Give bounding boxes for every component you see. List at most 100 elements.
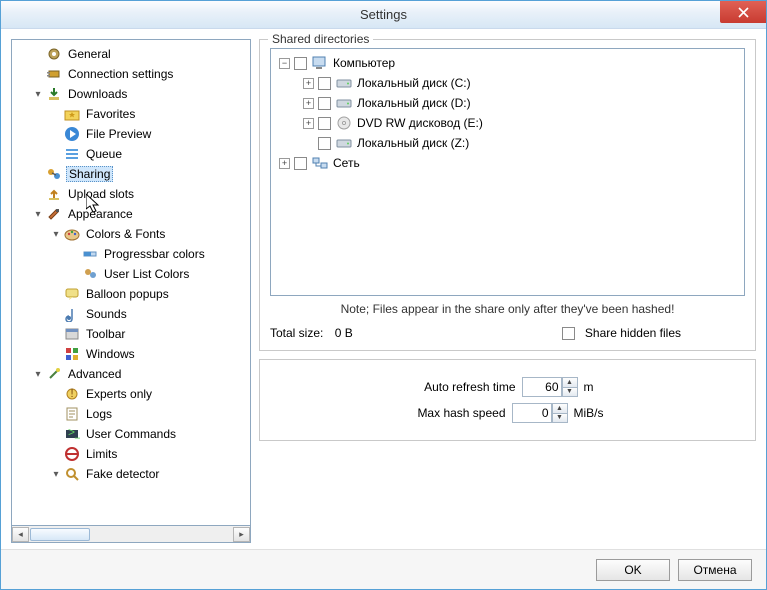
auto-refresh-label: Auto refresh time bbox=[356, 380, 516, 394]
nav-label-colorsfonts: Colors & Fonts bbox=[84, 227, 167, 241]
settings-tree[interactable]: GeneralConnection settings▾Downloads Favo… bbox=[11, 39, 251, 526]
fakedet-icon bbox=[64, 466, 80, 482]
tree-label-network: Сеть bbox=[333, 156, 360, 170]
max-hash-input[interactable] bbox=[512, 403, 552, 423]
expand-icon[interactable]: + bbox=[303, 118, 314, 129]
max-hash-spinner[interactable]: ▲▼ bbox=[512, 403, 568, 423]
nav-item-favorites[interactable]: Favorites bbox=[12, 104, 250, 124]
balloon-icon bbox=[64, 286, 80, 302]
nav-label-toolbar: Toolbar bbox=[84, 327, 127, 341]
chevron-down-icon[interactable]: ▾ bbox=[32, 368, 44, 380]
nav-item-progressbar[interactable]: Progressbar colors bbox=[12, 244, 250, 264]
svg-text:!: ! bbox=[70, 386, 73, 400]
titlebar: Settings bbox=[1, 1, 766, 29]
close-button[interactable] bbox=[720, 1, 766, 23]
tree-checkbox-diskC[interactable] bbox=[318, 77, 331, 90]
userlist-icon bbox=[82, 266, 98, 282]
scroll-right-button[interactable]: ▸ bbox=[233, 527, 250, 542]
nav-item-limits[interactable]: Limits bbox=[12, 444, 250, 464]
nav-label-userlist: User List Colors bbox=[102, 267, 191, 281]
scroll-thumb[interactable] bbox=[30, 528, 90, 541]
dvd-icon bbox=[335, 115, 353, 131]
ok-button[interactable]: OK bbox=[596, 559, 670, 581]
palette-icon bbox=[64, 226, 80, 242]
scroll-track[interactable] bbox=[29, 527, 233, 542]
tree-label-diskZ: Локальный диск (Z:) bbox=[357, 136, 469, 150]
nav-item-conn[interactable]: Connection settings bbox=[12, 64, 250, 84]
nav-item-usercmd[interactable]: >_User Commands bbox=[12, 424, 250, 444]
expand-icon[interactable]: + bbox=[303, 78, 314, 89]
nav-scrollbar[interactable]: ◂ ▸ bbox=[11, 526, 251, 543]
nav-item-sounds[interactable]: Sounds bbox=[12, 304, 250, 324]
auto-refresh-input[interactable] bbox=[522, 377, 562, 397]
tree-item-dvdE[interactable]: + DVD RW дисковод (E:) bbox=[273, 113, 742, 133]
nav-item-windows[interactable]: Windows bbox=[12, 344, 250, 364]
chevron-down-icon[interactable]: ▾ bbox=[32, 208, 44, 220]
nav-item-filepreview[interactable]: File Preview bbox=[12, 124, 250, 144]
tree-item-diskZ[interactable]: Локальный диск (Z:) bbox=[273, 133, 742, 153]
scroll-left-button[interactable]: ◂ bbox=[12, 527, 29, 542]
total-size-row: Total size: 0 B Share hidden files bbox=[270, 326, 745, 340]
tree-checkbox-dvdE[interactable] bbox=[318, 117, 331, 130]
disk-icon bbox=[335, 75, 353, 91]
cancel-button[interactable]: Отмена bbox=[678, 559, 752, 581]
tree-checkbox-diskZ[interactable] bbox=[318, 137, 331, 150]
refresh-group: Auto refresh time ▲▼ m Max hash speed ▲▼… bbox=[259, 359, 756, 441]
progress-icon bbox=[82, 246, 98, 262]
chevron-down-icon[interactable]: ▾ bbox=[50, 228, 62, 240]
share-hidden-checkbox[interactable] bbox=[562, 327, 575, 340]
chevron-down-icon[interactable]: ▾ bbox=[32, 88, 44, 100]
limits-icon bbox=[64, 446, 80, 462]
collapse-icon[interactable]: − bbox=[279, 58, 290, 69]
auto-refresh-row: Auto refresh time ▲▼ m bbox=[270, 374, 745, 400]
tree-checkbox-diskD[interactable] bbox=[318, 97, 331, 110]
toolbar-icon bbox=[64, 326, 80, 342]
spin-up-icon[interactable]: ▲ bbox=[552, 403, 568, 413]
nav-label-queue: Queue bbox=[84, 147, 124, 161]
expand-icon[interactable]: + bbox=[303, 98, 314, 109]
tree-checkbox-computer[interactable] bbox=[294, 57, 307, 70]
nav-item-sharing[interactable]: Sharing bbox=[12, 164, 250, 184]
nav-item-logs[interactable]: Logs bbox=[12, 404, 250, 424]
nav-item-experts[interactable]: !Experts only bbox=[12, 384, 250, 404]
spin-down-icon[interactable]: ▼ bbox=[552, 413, 568, 424]
sound-icon bbox=[64, 306, 80, 322]
nav-label-windows: Windows bbox=[84, 347, 137, 361]
nav-label-sounds: Sounds bbox=[84, 307, 129, 321]
shared-tree[interactable]: −Компьютер+Локальный диск (C:)+Локальный… bbox=[270, 48, 745, 296]
tree-label-dvdE: DVD RW дисковод (E:) bbox=[357, 116, 483, 130]
spin-up-icon[interactable]: ▲ bbox=[562, 377, 578, 387]
auto-refresh-spinner[interactable]: ▲▼ bbox=[522, 377, 578, 397]
nav-label-filepreview: File Preview bbox=[84, 127, 153, 141]
tree-checkbox-network[interactable] bbox=[294, 157, 307, 170]
nav-label-progressbar: Progressbar colors bbox=[102, 247, 207, 261]
nav-item-advanced[interactable]: ▾Advanced bbox=[12, 364, 250, 384]
tree-item-network[interactable]: + Сеть bbox=[273, 153, 742, 173]
wand-icon bbox=[46, 366, 62, 382]
expand-icon[interactable]: + bbox=[279, 158, 290, 169]
tree-item-diskD[interactable]: + Локальный диск (D:) bbox=[273, 93, 742, 113]
nav-item-general[interactable]: General bbox=[12, 44, 250, 64]
tree-item-computer[interactable]: −Компьютер bbox=[273, 53, 742, 73]
nav-item-appearance[interactable]: ▾Appearance bbox=[12, 204, 250, 224]
nav-item-toolbar[interactable]: Toolbar bbox=[12, 324, 250, 344]
nav-item-queue[interactable]: Queue bbox=[12, 144, 250, 164]
nav-label-fakedet: Fake detector bbox=[84, 467, 161, 481]
nav-item-balloon[interactable]: Balloon popups bbox=[12, 284, 250, 304]
nav-item-colorsfonts[interactable]: ▾ Colors & Fonts bbox=[12, 224, 250, 244]
windows-icon bbox=[64, 346, 80, 362]
max-hash-row: Max hash speed ▲▼ MiB/s bbox=[270, 400, 745, 426]
nav-item-uploadslots[interactable]: Upload slots bbox=[12, 184, 250, 204]
network-icon bbox=[311, 155, 329, 171]
download-icon bbox=[46, 86, 62, 102]
nav-item-downloads[interactable]: ▾Downloads bbox=[12, 84, 250, 104]
tree-label-diskD: Локальный диск (D:) bbox=[357, 96, 471, 110]
window-body: GeneralConnection settings▾Downloads Favo… bbox=[1, 29, 766, 549]
tree-item-diskC[interactable]: +Локальный диск (C:) bbox=[273, 73, 742, 93]
spin-down-icon[interactable]: ▼ bbox=[562, 387, 578, 398]
appearance-icon bbox=[46, 206, 62, 222]
nav-item-fakedet[interactable]: ▾ Fake detector bbox=[12, 464, 250, 484]
chevron-down-icon[interactable]: ▾ bbox=[50, 468, 62, 480]
nav-label-favorites: Favorites bbox=[84, 107, 137, 121]
nav-item-userlist[interactable]: User List Colors bbox=[12, 264, 250, 284]
